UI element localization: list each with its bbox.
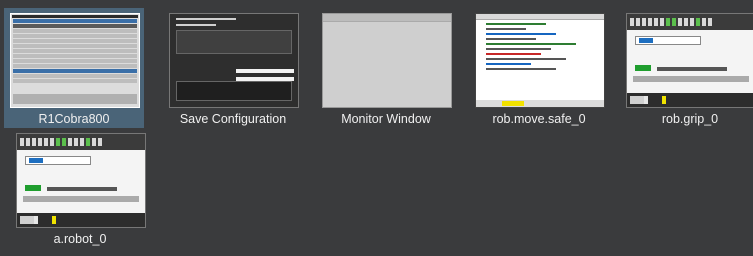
window-thumbnail: [10, 13, 140, 108]
window-thumbnail: [626, 13, 753, 108]
window-tile-rob-move-safe[interactable]: rob.move.safe_0: [469, 8, 609, 128]
window-tile-monitor-window[interactable]: Monitor Window: [316, 8, 456, 128]
window-thumbnail: [16, 133, 146, 228]
window-title: Save Configuration: [179, 112, 287, 126]
window-title: a.robot_0: [53, 232, 107, 246]
window-title: rob.move.safe_0: [492, 112, 586, 126]
window-tile-a-robot[interactable]: a.robot_0: [10, 128, 150, 248]
window-tile-r1cobra800[interactable]: R1Cobra800: [4, 8, 144, 128]
window-title: R1Cobra800: [38, 112, 110, 126]
window-title: rob.grip_0: [661, 112, 719, 126]
window-tile-rob-grip[interactable]: rob.grip_0: [620, 8, 753, 128]
window-thumbnail: [169, 13, 299, 108]
window-title: Monitor Window: [341, 112, 431, 126]
window-thumbnail: [475, 13, 605, 108]
window-thumbnail: [322, 13, 452, 108]
window-tile-save-configuration[interactable]: Save Configuration: [163, 8, 303, 128]
